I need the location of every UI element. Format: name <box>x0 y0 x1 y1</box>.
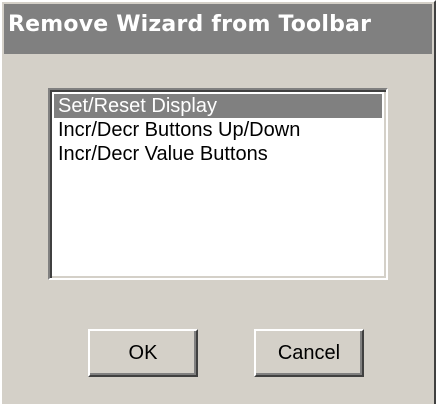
list-item-incr-decr-buttons-up-down[interactable]: Incr/Decr Buttons Up/Down <box>54 118 382 142</box>
dialog-title: Remove Wizard from Toolbar <box>8 12 372 37</box>
cancel-button[interactable]: Cancel <box>254 329 364 377</box>
list-item-set-reset-display[interactable]: Set/Reset Display <box>54 94 382 118</box>
title-bar: Remove Wizard from Toolbar <box>4 4 432 54</box>
ok-button[interactable]: OK <box>88 329 198 377</box>
remove-wizard-dialog: Remove Wizard from Toolbar Set/Reset Dis… <box>0 0 436 404</box>
list-item-incr-decr-value-buttons[interactable]: Incr/Decr Value Buttons <box>54 142 382 166</box>
wizard-listbox[interactable]: Set/Reset Display Incr/Decr Buttons Up/D… <box>48 88 388 280</box>
